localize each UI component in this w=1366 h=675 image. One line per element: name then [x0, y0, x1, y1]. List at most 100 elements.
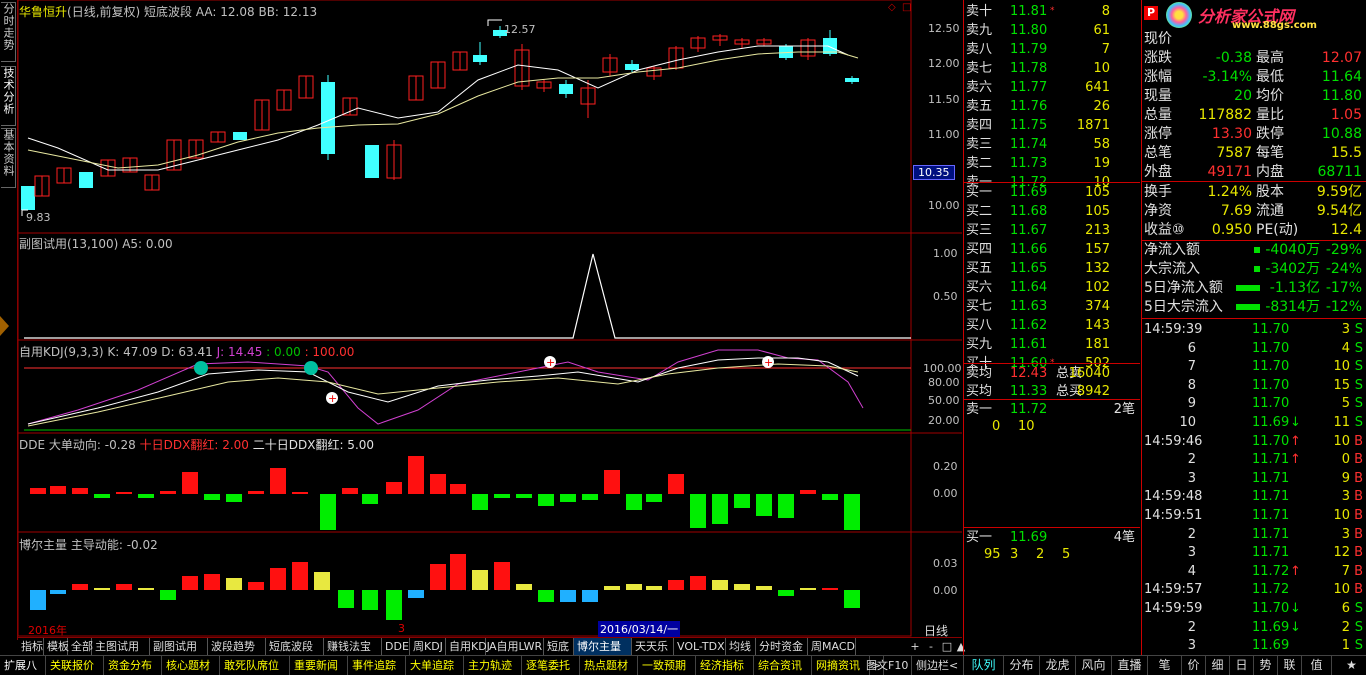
tab-fundamentals[interactable]: 基本资料 — [1, 128, 16, 188]
buy-level-row[interactable]: 买五 11.65 132 — [964, 259, 1140, 278]
tick-side: S — [1354, 415, 1363, 430]
sidebar-toggle[interactable]: 侧边栏< — [912, 656, 964, 675]
level-price: 11.61 — [1010, 337, 1048, 352]
bottom-tab[interactable]: 关联报价 — [46, 656, 104, 675]
tick-side: B — [1354, 508, 1363, 523]
right-tab[interactable]: 日 — [1230, 656, 1254, 675]
diamond-icon[interactable]: ◇ — [888, 2, 896, 13]
date-year: 2016年 — [28, 624, 67, 637]
sell-level-row[interactable]: 卖五 11.76 26 — [964, 97, 1140, 116]
dde-big: 大单动向: -0.28 — [48, 438, 136, 452]
bottom-tab[interactable]: 重要新闻 — [290, 656, 348, 675]
bottom-tab[interactable]: 扩展八 — [0, 656, 46, 675]
tick-arrow: ↑ — [1290, 563, 1301, 579]
bottom-tab[interactable]: 核心题材 — [162, 656, 220, 675]
right-tab[interactable]: 直播 — [1112, 656, 1148, 675]
indicator-tab[interactable]: 模板 — [44, 638, 69, 655]
bottom-tab[interactable]: 一致预期 — [638, 656, 696, 675]
indicator-tab[interactable]: DDE — [382, 638, 410, 655]
right-tab[interactable]: 笔 — [1148, 656, 1182, 675]
buy-level-row[interactable]: 买一 11.69 105 — [964, 183, 1140, 202]
indicator-tab[interactable]: 周MACD — [808, 638, 856, 655]
sell-level-row[interactable]: 卖九 11.80 61 — [964, 21, 1140, 40]
buy-level-row[interactable]: 买四 11.66 157 — [964, 240, 1140, 259]
bottom-tab[interactable]: 资金分布 — [104, 656, 162, 675]
dde-title: DDE — [19, 438, 46, 452]
right-tab[interactable]: 风向 — [1076, 656, 1112, 675]
indicator-tab[interactable]: 指标 — [18, 638, 44, 655]
tick-side: S — [1354, 359, 1363, 375]
level-volume: 61 — [1093, 23, 1110, 38]
avg-sell-row: 卖均 12.43 总卖 16040 — [964, 364, 1140, 383]
indicator-tab[interactable]: 短底波段 — [266, 638, 324, 655]
buy-level-row[interactable]: 买三 11.67 213 — [964, 221, 1140, 240]
sell-level-row[interactable]: 卖四 11.75 1871 — [964, 116, 1140, 135]
right-tab[interactable]: 分布 — [1004, 656, 1040, 675]
right-tab[interactable]: 龙虎 — [1040, 656, 1076, 675]
indicator-tab[interactable]: 自用KDJ — [446, 638, 490, 655]
dde-bar-up — [116, 492, 132, 494]
dde-bar-down — [712, 494, 728, 524]
sub1-a5: A5: 0.00 — [122, 237, 173, 251]
tick-price: 11.70 — [1252, 340, 1290, 356]
right-tab[interactable]: 队列 — [964, 656, 1004, 675]
indicator-tab[interactable]: 副图试用 — [150, 638, 208, 655]
candle-body-down — [365, 145, 379, 178]
sell-level-row[interactable]: 卖十 11.81 * 8 — [964, 2, 1140, 21]
tab-technical[interactable]: 技术分析 — [1, 66, 16, 126]
p-icon[interactable]: P — [1144, 6, 1158, 20]
indicator-tab[interactable]: 主图试用 — [92, 638, 150, 655]
bottom-tab[interactable]: 主力轨迹 — [464, 656, 522, 675]
tab-control-button[interactable]: - — [924, 638, 938, 655]
indicator-tab[interactable]: 博尔主量 — [574, 638, 632, 655]
right-tab[interactable]: ★ — [1332, 656, 1366, 675]
indicator-tab[interactable]: VOL-TDX — [674, 638, 726, 655]
indicator-tab[interactable]: 短底 — [544, 638, 574, 655]
buy-level-row[interactable]: 买九 11.61 181 — [964, 335, 1140, 354]
bottom-tab[interactable]: 经济指标 — [696, 656, 754, 675]
quote-value: 7587 — [1216, 145, 1252, 161]
right-tab[interactable]: 价 — [1182, 656, 1206, 675]
sell-level-row[interactable]: 卖七 11.78 10 — [964, 59, 1140, 78]
indicator-tab[interactable]: A自用LWR — [486, 638, 544, 655]
flow-label: 大宗流入 — [1144, 261, 1200, 277]
tick-price: 11.72 — [1252, 563, 1290, 579]
kdj-x2: : 100.00 — [304, 345, 355, 359]
buy-level-row[interactable]: 买七 11.63 374 — [964, 297, 1140, 316]
tab-intraday[interactable]: 分时走势 — [1, 2, 16, 62]
bottom-tab[interactable]: 逐笔委托 — [522, 656, 580, 675]
sell-level-row[interactable]: 卖六 11.77 641 — [964, 78, 1140, 97]
bottom-tab[interactable]: 综合资讯 — [754, 656, 812, 675]
window-box-icon[interactable]: □ — [902, 2, 911, 13]
tick-time: 14:59:39 — [1144, 322, 1203, 337]
buy-level-row[interactable]: 买六 11.64 102 — [964, 278, 1140, 297]
indicator-tab[interactable]: 赚钱法宝 — [324, 638, 382, 655]
buy1-queue-values: 95 3 2 5 — [964, 545, 1140, 564]
bottom-tab[interactable]: 敢死队席位 — [220, 656, 290, 675]
chart-area[interactable]: + + + 华鲁恒升(日线,前复权) 短底波段 AA: 12.08 BB: 12.1… — [18, 0, 962, 640]
sell-level-row[interactable]: 卖二 11.73 19 — [964, 154, 1140, 173]
indicator-tab[interactable]: 波段趋势 — [208, 638, 266, 655]
tab-control-button[interactable]: + — [908, 638, 922, 655]
bottom-tab[interactable]: 事件追踪 — [348, 656, 406, 675]
y-tick: 12.50 — [928, 22, 960, 35]
indicator-tab[interactable]: 周KDJ — [410, 638, 446, 655]
indicator-tab[interactable]: 全部 — [68, 638, 93, 655]
bottom-tab[interactable]: 大单追踪 — [406, 656, 464, 675]
indicator-tab[interactable]: 天天乐 — [632, 638, 674, 655]
tick-arrow: ↑ — [1290, 433, 1301, 449]
buy-level-row[interactable]: 买二 11.68 105 — [964, 202, 1140, 221]
f10-button[interactable]: 图文F10 — [862, 656, 912, 675]
right-tab[interactable]: 值 — [1302, 656, 1332, 675]
indicator-tab[interactable]: 均线 — [726, 638, 756, 655]
right-tab[interactable]: 细 — [1206, 656, 1230, 675]
bottom-tab[interactable]: 热点题材 — [580, 656, 638, 675]
tab-control-button[interactable]: □ — [940, 638, 954, 655]
tick-time: 14:59:46 — [1144, 433, 1203, 449]
sell-level-row[interactable]: 卖三 11.74 58 — [964, 135, 1140, 154]
indicator-tab[interactable]: 分时资金 — [756, 638, 808, 655]
sell-level-row[interactable]: 卖八 11.79 7 — [964, 40, 1140, 59]
right-tab[interactable]: 势 — [1254, 656, 1278, 675]
right-tab[interactable]: 联 — [1278, 656, 1302, 675]
buy-level-row[interactable]: 买八 11.62 143 — [964, 316, 1140, 335]
